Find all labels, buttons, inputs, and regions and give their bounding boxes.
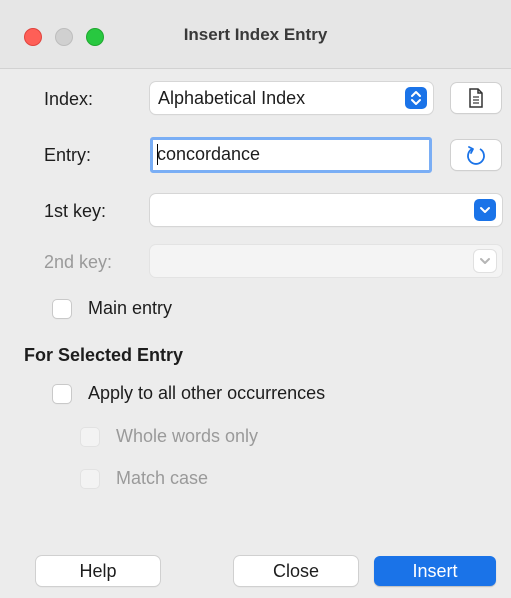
apply-all-label[interactable]: Apply to all other occurrences — [88, 383, 325, 404]
whole-words-label: Whole words only — [116, 426, 259, 446]
update-refresh-icon — [467, 146, 485, 165]
key2-label: 2nd key: — [44, 252, 113, 272]
key2-combo — [150, 245, 502, 277]
main-entry-label[interactable]: Main entry — [88, 298, 172, 319]
help-button[interactable]: Help — [36, 556, 160, 586]
apply-all-checkbox[interactable] — [53, 385, 71, 403]
entry-input[interactable]: concordance — [150, 137, 432, 173]
window-title: Insert Index Entry — [183, 25, 328, 44]
new-index-document-icon — [469, 88, 483, 108]
whole-words-checkbox — [81, 428, 99, 446]
match-case-checkbox — [81, 470, 99, 488]
chevron-down-icon — [474, 250, 496, 272]
index-select[interactable]: Alphabetical Index — [150, 82, 433, 114]
insert-button[interactable]: Insert — [374, 556, 496, 586]
key1-label: 1st key: — [44, 201, 107, 221]
match-case-label: Match case — [116, 468, 209, 488]
new-index-button[interactable] — [451, 83, 501, 113]
key1-combo[interactable] — [150, 194, 502, 226]
index-label: Index: — [44, 89, 94, 109]
entry-input-value: concordance — [157, 144, 261, 164]
main-entry-checkbox[interactable] — [53, 300, 71, 318]
entry-label: Entry: — [44, 145, 92, 165]
update-entry-button[interactable] — [451, 140, 501, 170]
close-button[interactable]: Close — [234, 556, 358, 586]
section-title: For Selected Entry — [24, 345, 184, 365]
updown-stepper-icon — [405, 87, 427, 109]
title-bar: Insert Index Entry — [0, 0, 511, 69]
chevron-down-icon[interactable] — [474, 199, 496, 221]
index-select-value: Alphabetical Index — [158, 88, 306, 108]
